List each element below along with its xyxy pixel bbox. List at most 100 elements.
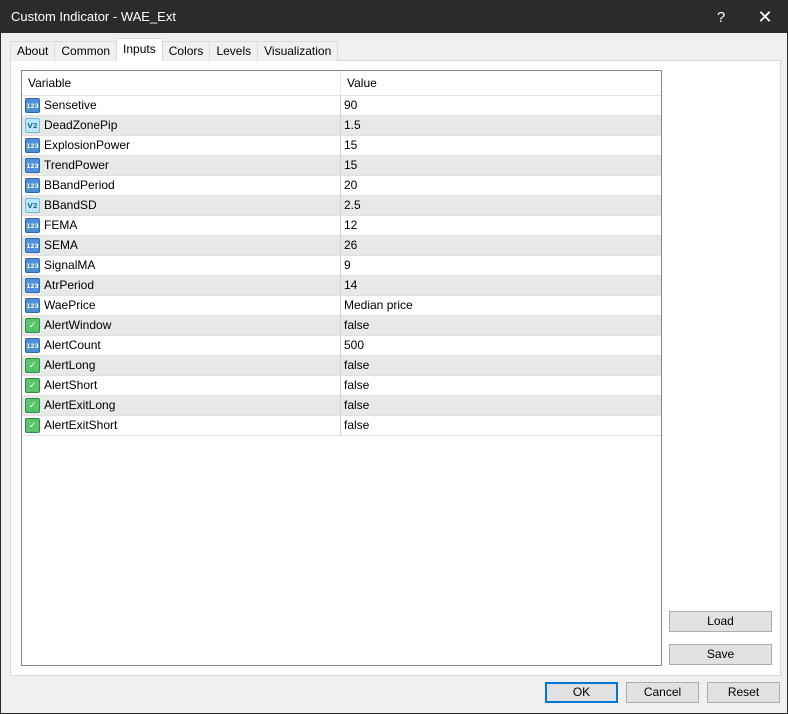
int-icon: 123	[25, 298, 40, 313]
table-row[interactable]: 123 AlertCount 500	[22, 336, 661, 356]
variable-cell: 123 SignalMA	[22, 256, 341, 275]
bool-icon: ✓	[25, 398, 40, 413]
variable-cell: V2 DeadZonePip	[22, 116, 341, 135]
variable-cell: 123 BBandPeriod	[22, 176, 341, 195]
variable-name: WaePrice	[44, 298, 96, 312]
table-row[interactable]: 123 AtrPeriod 14	[22, 276, 661, 296]
table-row[interactable]: 123 TrendPower 15	[22, 156, 661, 176]
table-row[interactable]: ✓ AlertExitLong false	[22, 396, 661, 416]
inputs-grid[interactable]: Variable Value 123 Sensetive 90 V2 DeadZoneP…	[21, 70, 662, 666]
variable-cell: ✓ AlertLong	[22, 356, 341, 375]
variable-cell: ✓ AlertExitLong	[22, 396, 341, 415]
tab-colors[interactable]: Colors	[161, 41, 211, 61]
variable-cell: ✓ AlertExitShort	[22, 416, 341, 435]
value-cell[interactable]: 15	[341, 136, 661, 155]
value-cell[interactable]: 14	[341, 276, 661, 295]
variable-name: FEMA	[44, 218, 78, 232]
variable-name: AlertExitShort	[44, 418, 118, 432]
value-cell[interactable]: false	[341, 416, 661, 435]
value-cell[interactable]: 500	[341, 336, 661, 355]
table-row[interactable]: 123 SignalMA 9	[22, 256, 661, 276]
tab-strip: About Common Inputs Colors Levels Visual…	[10, 38, 339, 61]
bool-icon: ✓	[25, 318, 40, 333]
title-bar[interactable]: Custom Indicator - WAE_Ext ? ✕	[1, 1, 787, 33]
int-icon: 123	[25, 178, 40, 193]
close-icon[interactable]: ✕	[743, 1, 787, 33]
int-icon: 123	[25, 258, 40, 273]
int-icon: 123	[25, 278, 40, 293]
tab-visualization[interactable]: Visualization	[257, 41, 339, 61]
cancel-button[interactable]: Cancel	[626, 682, 699, 703]
value-cell[interactable]: false	[341, 356, 661, 375]
int-icon: 123	[25, 158, 40, 173]
value-cell[interactable]: 12	[341, 216, 661, 235]
grid-header: Variable Value	[22, 71, 661, 96]
column-header-variable[interactable]: Variable	[22, 71, 341, 96]
ok-button[interactable]: OK	[545, 682, 618, 703]
int-icon: 123	[25, 238, 40, 253]
variable-name: BBandPeriod	[44, 178, 115, 192]
value-cell[interactable]: false	[341, 316, 661, 335]
column-header-value[interactable]: Value	[341, 71, 661, 96]
variable-name: AlertExitLong	[44, 398, 116, 412]
variable-name: AlertShort	[44, 378, 98, 392]
value-cell[interactable]: Median price	[341, 296, 661, 315]
double-icon: V2	[25, 118, 40, 133]
value-cell[interactable]: 26	[341, 236, 661, 255]
variable-cell: 123 FEMA	[22, 216, 341, 235]
table-row[interactable]: ✓ AlertWindow false	[22, 316, 661, 336]
table-row[interactable]: ✓ AlertExitShort false	[22, 416, 661, 436]
variable-name: BBandSD	[44, 198, 97, 212]
variable-name: AlertWindow	[44, 318, 112, 332]
int-icon: 123	[25, 98, 40, 113]
tab-about[interactable]: About	[10, 41, 56, 61]
table-row[interactable]: 123 BBandPeriod 20	[22, 176, 661, 196]
tab-common[interactable]: Common	[54, 41, 118, 61]
help-icon[interactable]: ?	[699, 1, 743, 33]
table-row[interactable]: ✓ AlertShort false	[22, 376, 661, 396]
variable-name: TrendPower	[44, 158, 109, 172]
table-row[interactable]: V2 BBandSD 2.5	[22, 196, 661, 216]
value-cell[interactable]: false	[341, 396, 661, 415]
value-cell[interactable]: 15	[341, 156, 661, 175]
reset-button[interactable]: Reset	[707, 682, 780, 703]
bool-icon: ✓	[25, 378, 40, 393]
load-button[interactable]: Load	[669, 611, 772, 632]
grid-rows: 123 Sensetive 90 V2 DeadZonePip 1.5 123 Explosi…	[22, 96, 661, 436]
tab-inputs[interactable]: Inputs	[116, 38, 163, 61]
bool-icon: ✓	[25, 358, 40, 373]
variable-cell: V2 BBandSD	[22, 196, 341, 215]
value-cell[interactable]: 20	[341, 176, 661, 195]
table-row[interactable]: 123 ExplosionPower 15	[22, 136, 661, 156]
table-row[interactable]: ✓ AlertLong false	[22, 356, 661, 376]
int-icon: 123	[25, 138, 40, 153]
variable-name: AlertCount	[44, 338, 101, 352]
value-cell[interactable]: false	[341, 376, 661, 395]
variable-cell: 123 TrendPower	[22, 156, 341, 175]
dialog-window: Custom Indicator - WAE_Ext ? ✕ About Com…	[0, 0, 788, 714]
variable-cell: 123 AtrPeriod	[22, 276, 341, 295]
int-icon: 123	[25, 218, 40, 233]
double-icon: V2	[25, 198, 40, 213]
variable-name: AtrPeriod	[44, 278, 95, 292]
variable-name: ExplosionPower	[44, 138, 131, 152]
variable-cell: ✓ AlertWindow	[22, 316, 341, 335]
table-row[interactable]: 123 Sensetive 90	[22, 96, 661, 116]
value-cell[interactable]: 2.5	[341, 196, 661, 215]
variable-name: SignalMA	[44, 258, 96, 272]
bool-icon: ✓	[25, 418, 40, 433]
table-row[interactable]: V2 DeadZonePip 1.5	[22, 116, 661, 136]
int-icon: 123	[25, 338, 40, 353]
variable-cell: 123 AlertCount	[22, 336, 341, 355]
save-button[interactable]: Save	[669, 644, 772, 665]
variable-cell: 123 SEMA	[22, 236, 341, 255]
variable-cell: 123 WaePrice	[22, 296, 341, 315]
table-row[interactable]: 123 WaePrice Median price	[22, 296, 661, 316]
table-row[interactable]: 123 SEMA 26	[22, 236, 661, 256]
tab-levels[interactable]: Levels	[209, 41, 259, 61]
value-cell[interactable]: 9	[341, 256, 661, 275]
value-cell[interactable]: 90	[341, 96, 661, 115]
value-cell[interactable]: 1.5	[341, 116, 661, 135]
variable-name: Sensetive	[44, 98, 97, 112]
table-row[interactable]: 123 FEMA 12	[22, 216, 661, 236]
